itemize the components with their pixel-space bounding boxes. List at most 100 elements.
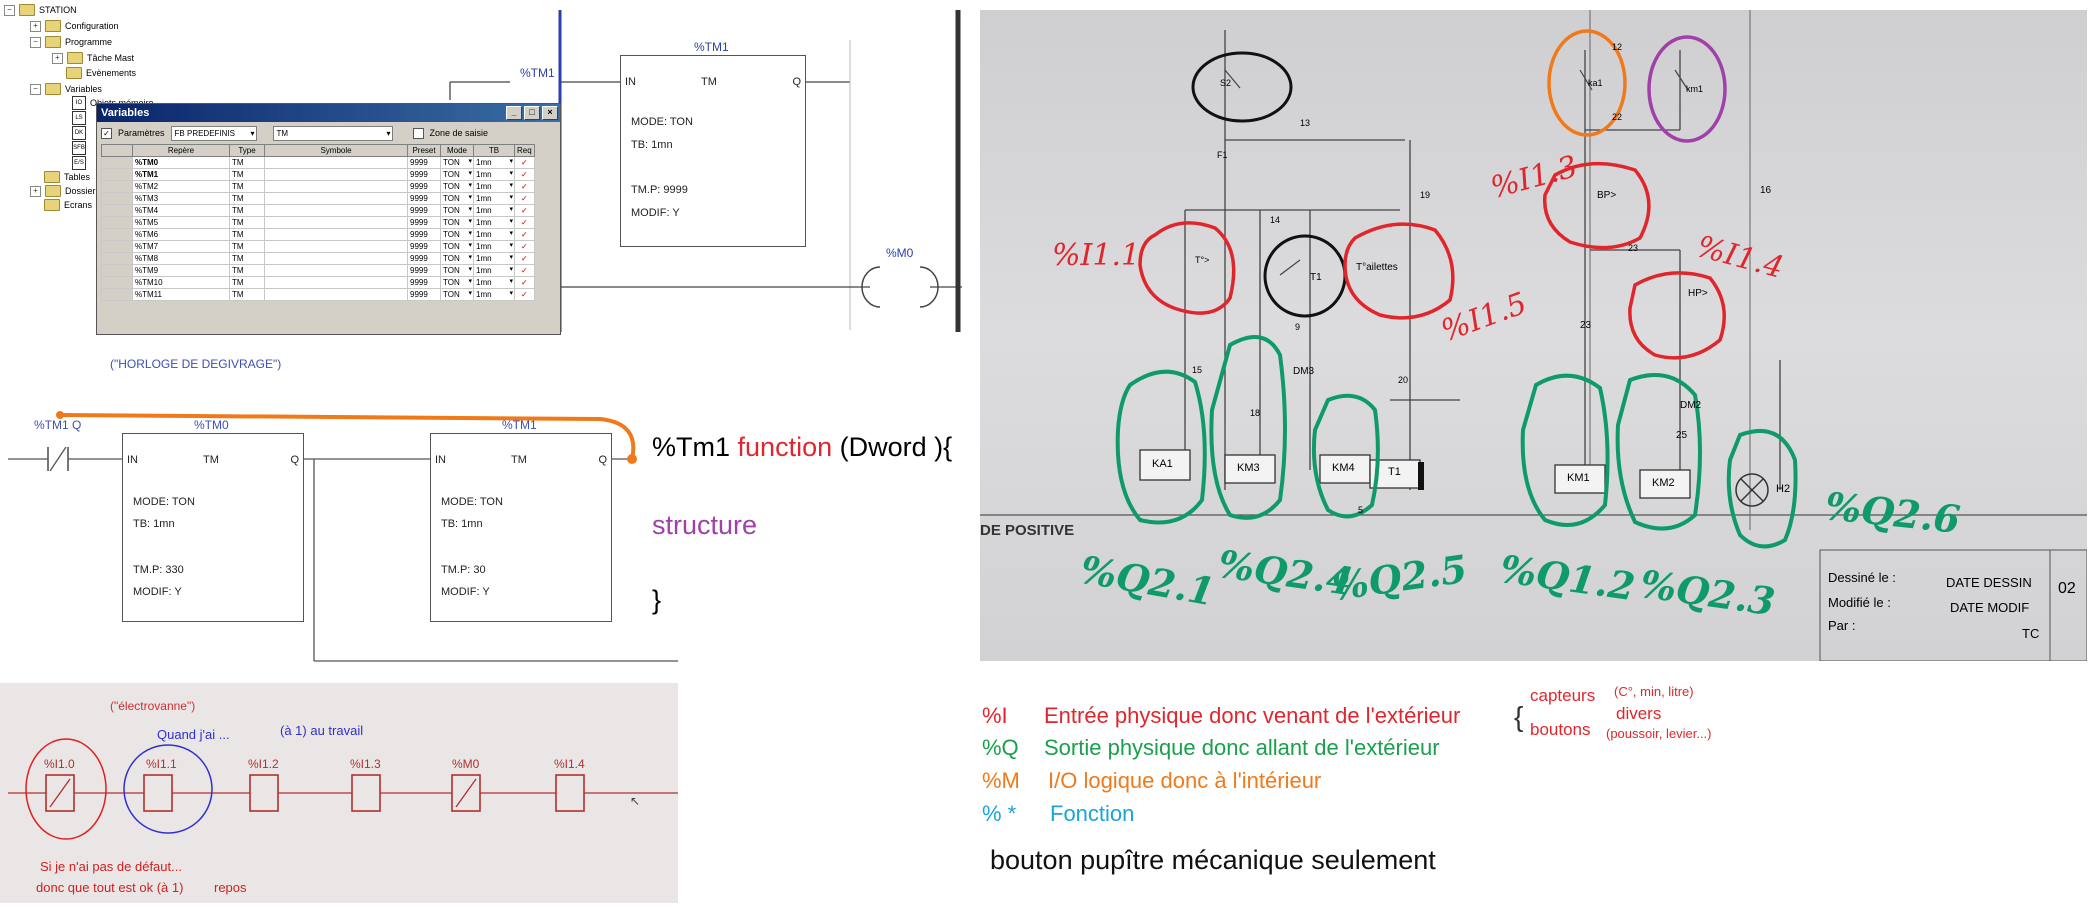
contact-label[interactable]: %I1.0: [44, 757, 75, 771]
cell-repere[interactable]: %TM6: [132, 228, 230, 241]
row-gutter[interactable]: [101, 204, 133, 217]
tree-item-ecrans[interactable]: Ecrans: [44, 198, 92, 212]
cell-repere[interactable]: %TM3: [132, 192, 230, 205]
cell-mode[interactable]: TON: [440, 264, 474, 277]
cell-repere[interactable]: %TM7: [132, 240, 230, 253]
req-check-icon[interactable]: ✓: [514, 276, 535, 289]
collapse-icon[interactable]: −: [30, 36, 41, 48]
cell-type[interactable]: TM: [229, 288, 265, 301]
req-check-icon[interactable]: ✓: [514, 216, 535, 229]
row-gutter[interactable]: [101, 180, 133, 193]
table-row[interactable]: %TM2TM 9999TON1mn✓: [101, 180, 535, 193]
row-gutter[interactable]: [101, 156, 133, 169]
cell-mode[interactable]: TON: [440, 168, 474, 181]
expand-icon[interactable]: +: [30, 20, 41, 32]
table-row[interactable]: %TM6TM 9999TON1mn✓: [101, 228, 535, 241]
minimize-icon[interactable]: _: [506, 106, 522, 120]
table-row[interactable]: %TM5TM 9999TON1mn✓: [101, 216, 535, 229]
cell-mode[interactable]: TON: [440, 216, 474, 229]
table-row[interactable]: %TM4TM 9999TON1mn✓: [101, 204, 535, 217]
cell-symbole[interactable]: [264, 288, 408, 301]
tree-item-tables[interactable]: Tables: [44, 170, 90, 184]
variables-window[interactable]: Variables _ □ × ✓ Paramètres FB PREDEFINIS…: [96, 103, 561, 335]
row-gutter[interactable]: [101, 252, 133, 265]
params-checkbox[interactable]: ✓: [101, 127, 112, 139]
cell-preset[interactable]: 9999: [407, 228, 441, 241]
row-gutter[interactable]: [101, 228, 133, 241]
cell-repere[interactable]: %TM1: [132, 168, 230, 181]
row-gutter[interactable]: [101, 276, 133, 289]
req-check-icon[interactable]: ✓: [514, 240, 535, 253]
cell-preset[interactable]: 9999: [407, 240, 441, 253]
cell-preset[interactable]: 9999: [407, 204, 441, 217]
cell-tb[interactable]: 1mn: [473, 216, 515, 229]
row-gutter[interactable]: [101, 168, 133, 181]
cell-symbole[interactable]: [264, 276, 408, 289]
cell-tb[interactable]: 1mn: [473, 264, 515, 277]
contact-label[interactable]: %I1.4: [554, 757, 585, 771]
variable-icon[interactable]: E/S: [72, 156, 86, 170]
cell-type[interactable]: TM: [229, 240, 265, 253]
cell-type[interactable]: TM: [229, 168, 265, 181]
cell-preset[interactable]: 9999: [407, 192, 441, 205]
req-check-icon[interactable]: ✓: [514, 156, 535, 169]
tree-item-programme[interactable]: − Programme: [30, 35, 112, 49]
cell-preset[interactable]: 9999: [407, 180, 441, 193]
cell-mode[interactable]: TON: [440, 156, 474, 169]
row-gutter[interactable]: [101, 192, 133, 205]
cell-type[interactable]: TM: [229, 204, 265, 217]
cell-repere[interactable]: %TM9: [132, 264, 230, 277]
col-header[interactable]: Req: [514, 144, 535, 157]
cell-symbole[interactable]: [264, 216, 408, 229]
cell-mode[interactable]: TON: [440, 228, 474, 241]
cell-type[interactable]: TM: [229, 180, 265, 193]
cell-tb[interactable]: 1mn: [473, 192, 515, 205]
cell-repere[interactable]: %TM2: [132, 180, 230, 193]
table-row[interactable]: %TM9TM 9999TON1mn✓: [101, 264, 535, 277]
cell-tb[interactable]: 1mn: [473, 276, 515, 289]
cell-mode[interactable]: TON: [440, 192, 474, 205]
cell-tb[interactable]: 1mn: [473, 156, 515, 169]
contact-label[interactable]: %I1.2: [248, 757, 279, 771]
table-row[interactable]: %TM11TM 9999TON1mn✓: [101, 288, 535, 301]
table-row[interactable]: %TM1TM 9999TON1mn✓: [101, 168, 535, 181]
cell-type[interactable]: TM: [229, 252, 265, 265]
tree-item-tache-mast[interactable]: + Tâche Mast: [52, 51, 134, 65]
cell-tb[interactable]: 1mn: [473, 228, 515, 241]
cell-tb[interactable]: 1mn: [473, 204, 515, 217]
cell-mode[interactable]: TON: [440, 180, 474, 193]
cell-type[interactable]: TM: [229, 264, 265, 277]
cell-repere[interactable]: %TM4: [132, 204, 230, 217]
cell-mode[interactable]: TON: [440, 288, 474, 301]
filter-select[interactable]: FB PREDEFINIS: [170, 125, 257, 141]
req-check-icon[interactable]: ✓: [514, 180, 535, 193]
coil-label[interactable]: %M0: [886, 246, 913, 260]
req-check-icon[interactable]: ✓: [514, 204, 535, 217]
cell-tb[interactable]: 1mn: [473, 240, 515, 253]
cell-preset[interactable]: 9999: [407, 264, 441, 277]
variable-icon[interactable]: DK: [72, 126, 86, 140]
table-row[interactable]: %TM10TM 9999TON1mn✓: [101, 276, 535, 289]
cell-preset[interactable]: 9999: [407, 216, 441, 229]
cell-symbole[interactable]: [264, 252, 408, 265]
timer-block-top[interactable]: IN TM Q MODE: TON TB: 1mn TM.P: 9999 MOD…: [620, 55, 806, 247]
contact-label[interactable]: %I1.1: [146, 757, 177, 771]
cell-repere[interactable]: %TM11: [132, 288, 230, 301]
table-row[interactable]: %TM8TM 9999TON1mn✓: [101, 252, 535, 265]
cell-mode[interactable]: TON: [440, 240, 474, 253]
cell-symbole[interactable]: [264, 180, 408, 193]
window-titlebar[interactable]: Variables _ □ ×: [97, 104, 560, 122]
contact-label[interactable]: %TM1 Q: [34, 418, 81, 432]
cell-tb[interactable]: 1mn: [473, 252, 515, 265]
cell-repere[interactable]: %TM8: [132, 252, 230, 265]
col-header[interactable]: Repère: [132, 144, 230, 157]
tree-item-dossier[interactable]: + Dossier: [30, 184, 96, 198]
req-check-icon[interactable]: ✓: [514, 288, 535, 301]
tree-item-evenements[interactable]: Evènements: [66, 66, 136, 80]
cell-repere[interactable]: %TM10: [132, 276, 230, 289]
cell-preset[interactable]: 9999: [407, 156, 441, 169]
col-header[interactable]: Preset: [407, 144, 441, 157]
timer-block-tm1[interactable]: IN TM Q MODE: TON TB: 1mn TM.P: 30 MODIF…: [430, 433, 612, 622]
variable-icon[interactable]: SFB: [72, 141, 86, 155]
row-gutter[interactable]: [101, 264, 133, 277]
